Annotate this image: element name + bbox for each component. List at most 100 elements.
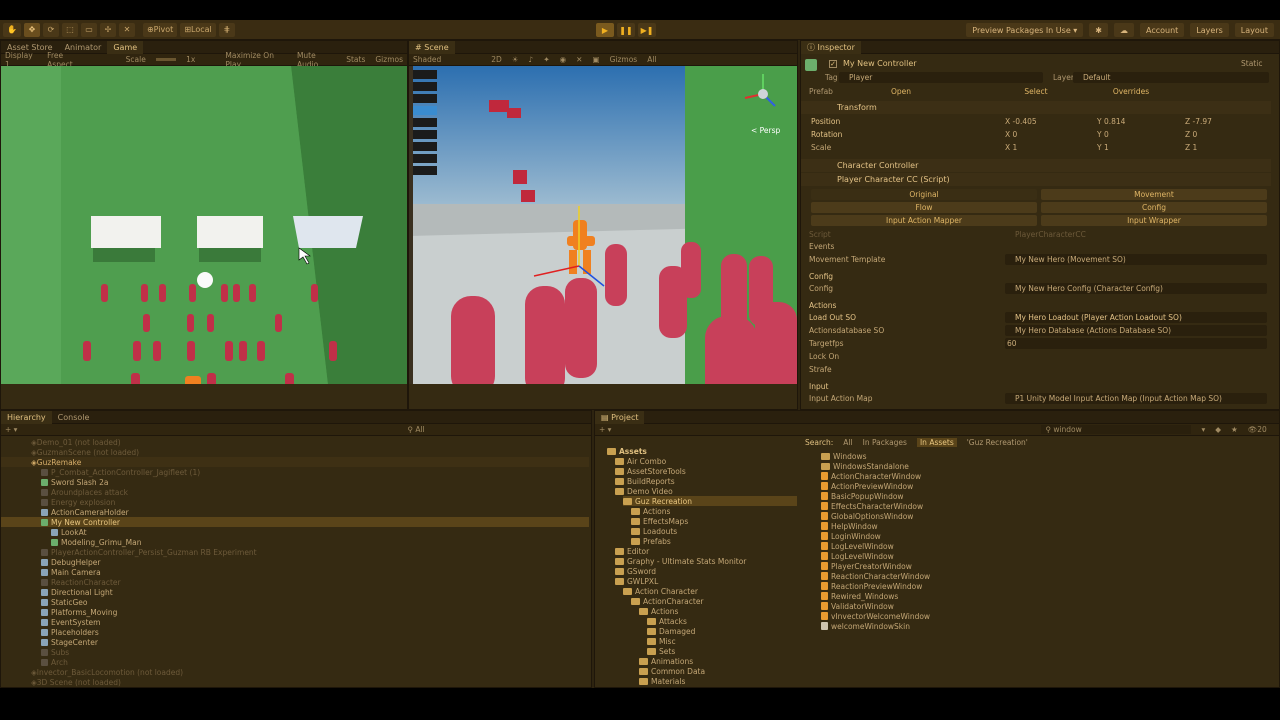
project-result-item[interactable]: PlayerCreatorWindow	[821, 561, 912, 571]
tab-project[interactable]: ▤ Project	[595, 411, 645, 424]
move-tool-icon[interactable]: ✥	[23, 22, 40, 37]
project-tree-item[interactable]: BuildReports	[615, 476, 675, 486]
project-tree-item[interactable]: ActionCharacter	[631, 596, 704, 606]
scale-y[interactable]: Y 1	[1097, 143, 1109, 152]
play-button[interactable]: ▶	[596, 23, 614, 37]
project-tree-item[interactable]: Assets	[607, 446, 647, 456]
camera-icon[interactable]: ▣	[592, 55, 599, 64]
rect-tool-icon[interactable]: ▭	[80, 22, 97, 37]
scene-gizmos-dropdown[interactable]: Gizmos	[610, 55, 638, 64]
filter-icon[interactable]: ▾	[1201, 425, 1205, 434]
cloud-icon[interactable]: ☁	[1114, 23, 1134, 37]
custom-tool-icon[interactable]: ✕	[118, 22, 135, 37]
tab-movement[interactable]: Movement	[1041, 189, 1267, 200]
hierarchy-row[interactable]: ReactionCharacter	[1, 577, 589, 587]
account-dropdown[interactable]: Account	[1140, 23, 1185, 37]
player-cc-header[interactable]: Player Character CC (Script)	[801, 173, 1271, 186]
local-button[interactable]: ⊞ Local	[180, 22, 216, 37]
lighting-icon[interactable]: ☀	[512, 55, 519, 64]
project-result-item[interactable]: ReactionPreviewWindow	[821, 581, 922, 591]
scope-all[interactable]: All	[843, 438, 852, 447]
prefab-select-button[interactable]: Select	[971, 86, 1101, 97]
hierarchy-row[interactable]: ◈ GuzRemake	[1, 457, 589, 467]
character-controller-header[interactable]: Character Controller	[801, 159, 1271, 172]
add-icon[interactable]: + ▾	[5, 425, 17, 434]
scope-packages[interactable]: In Packages	[863, 438, 907, 447]
hierarchy-row[interactable]: ◈ GuzmanScene (not loaded)	[1, 447, 589, 457]
hierarchy-row[interactable]: Arch	[1, 657, 589, 667]
persp-label[interactable]: < Persp	[751, 126, 780, 135]
transform-header[interactable]: Transform	[801, 101, 1271, 114]
preview-packages-button[interactable]: Preview Packages In Use ▾	[966, 23, 1084, 37]
tools-icon[interactable]: ✕	[576, 55, 582, 64]
project-result-item[interactable]: WindowsStandalone	[821, 461, 909, 471]
object-name-field[interactable]: My New Controller	[843, 59, 917, 68]
snap-icon[interactable]: ⋕	[218, 22, 235, 37]
hand-tool-icon[interactable]: ✋	[3, 22, 21, 37]
hierarchy-row[interactable]: Placeholders	[1, 627, 589, 637]
events-label[interactable]: Events	[809, 242, 834, 251]
gizmos-toggle[interactable]: Gizmos	[375, 55, 403, 64]
scene-viewport[interactable]: < Persp	[409, 66, 797, 384]
static-toggle[interactable]: Static	[1241, 59, 1262, 68]
actionsdb-field[interactable]: My Hero Database (Actions Database SO)	[1005, 325, 1267, 336]
hierarchy-row[interactable]: Main Camera	[1, 567, 589, 577]
tab-original[interactable]: Original	[811, 189, 1037, 200]
tab-hierarchy[interactable]: Hierarchy	[1, 411, 52, 424]
step-button[interactable]: ▶❚	[638, 23, 656, 37]
movement-template-field[interactable]: My New Hero (Movement SO)	[1005, 254, 1267, 265]
hierarchy-row[interactable]: ◈ Demo_01 (not loaded)	[1, 437, 589, 447]
targetfps-field[interactable]: 60	[1005, 338, 1267, 349]
hierarchy-row[interactable]: Directional Light	[1, 587, 589, 597]
project-tree-item[interactable]: Attacks	[647, 616, 687, 626]
project-tree-item[interactable]: Animations	[639, 656, 693, 666]
pivot-button[interactable]: ⊕ Pivot	[142, 22, 178, 37]
hierarchy-row[interactable]: My New Controller	[1, 517, 589, 527]
position-x[interactable]: X -0.405	[1005, 117, 1037, 126]
hierarchy-row[interactable]: StaticGeo	[1, 597, 589, 607]
hierarchy-row[interactable]: Modeling_Grimu_Man	[1, 537, 589, 547]
hierarchy-row[interactable]: Energy explosion	[1, 497, 589, 507]
hierarchy-search[interactable]: ⚲ All	[407, 425, 424, 434]
project-tree-item[interactable]: Graphy - Ultimate Stats Monitor	[615, 556, 746, 566]
project-result-item[interactable]: ValidatorWindow	[821, 601, 894, 611]
scene-search-all[interactable]: All	[647, 55, 656, 64]
hierarchy-row[interactable]: Sword Slash 2a	[1, 477, 589, 487]
hierarchy-row[interactable]: StageCenter	[1, 637, 589, 647]
project-result-item[interactable]: BasicPopupWindow	[821, 491, 904, 501]
tab-game[interactable]: Game	[107, 41, 144, 54]
prefab-open-button[interactable]: Open	[841, 86, 961, 97]
scale-x[interactable]: X 1	[1005, 143, 1017, 152]
project-tree-item[interactable]: Actions	[639, 606, 678, 616]
project-tree-item[interactable]: EffectsMaps	[631, 516, 688, 526]
project-result-item[interactable]: LogLevelWindow	[821, 551, 894, 561]
scope-assets[interactable]: In Assets	[916, 438, 957, 447]
settings-icon[interactable]: ✱	[1089, 23, 1108, 37]
project-result-item[interactable]: Rewired_Windows	[821, 591, 898, 601]
hierarchy-row[interactable]: PlayerActionController_Persist_Guzman RB…	[1, 547, 589, 557]
scale-z[interactable]: Z 1	[1185, 143, 1197, 152]
project-tree-item[interactable]: Materials	[639, 676, 685, 686]
star-icon[interactable]: ★	[1231, 425, 1238, 434]
project-result-item[interactable]: Windows	[821, 451, 866, 461]
project-tree-item[interactable]: Damaged	[647, 626, 695, 636]
rotation-y[interactable]: Y 0	[1097, 130, 1109, 139]
project-tree-item[interactable]: Actions	[631, 506, 670, 516]
project-result-item[interactable]: LogLevelWindow	[821, 541, 894, 551]
tab-console[interactable]: Console	[52, 411, 96, 424]
project-result-item[interactable]: vInvectorWelcomeWindow	[821, 611, 930, 621]
shaded-dropdown[interactable]: Shaded	[413, 55, 441, 64]
game-viewport[interactable]	[1, 66, 407, 384]
label-icon[interactable]: ◆	[1215, 425, 1221, 434]
transform-tool-icon[interactable]: ✢	[99, 22, 116, 37]
active-checkbox[interactable]: ✓	[829, 60, 837, 68]
layers-dropdown[interactable]: Layers	[1190, 23, 1229, 37]
project-tree-item[interactable]: Common Data	[639, 666, 705, 676]
project-tree-item[interactable]: Sets	[647, 646, 675, 656]
mode-2d-toggle[interactable]: 2D	[491, 55, 502, 64]
project-result-item[interactable]: EffectsCharacterWindow	[821, 501, 923, 511]
project-result-item[interactable]: HelpWindow	[821, 521, 878, 531]
position-y[interactable]: Y 0.814	[1097, 117, 1125, 126]
tab-input-action-mapper[interactable]: Input Action Mapper	[811, 215, 1037, 226]
lockon-label[interactable]: Lock On	[809, 352, 839, 361]
